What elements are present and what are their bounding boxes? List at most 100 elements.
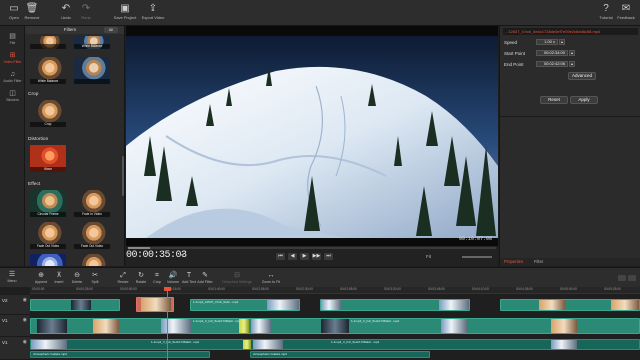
menu-button[interactable]: ☰ Menu [2, 270, 22, 283]
video-frame[interactable] [126, 26, 498, 246]
timeline: 00:00:00 00:00:25:00 00:00:50:00 00:01:1… [0, 287, 640, 360]
audio-clip[interactable]: Atmospheric Guitars.mp3 [250, 351, 430, 358]
detached-settings-button[interactable]: ⊟ Detached Settings [220, 271, 254, 285]
category-select[interactable]: All [104, 27, 118, 33]
filter-icon: ⊞ [9, 52, 16, 59]
tab-properties[interactable]: Properties [504, 259, 523, 264]
panel-divider [500, 116, 640, 117]
filter-thumbnail[interactable] [74, 254, 110, 266]
split-button[interactable]: ✂ Split [84, 271, 106, 285]
skip-end-button[interactable]: ⏭ [324, 253, 333, 260]
duration-label: 00:10:07:08 [458, 236, 492, 242]
filter-thumbnail[interactable] [30, 254, 66, 266]
video-clip[interactable]: 1-1mp4_V_hdr_5e4c1728de0...mp4 1-1mp4_V_… [30, 318, 640, 334]
playhead[interactable] [167, 287, 168, 360]
end-point-label: End Point [504, 62, 524, 67]
filter-thumbnail[interactable]: White Balance [30, 57, 66, 84]
track-header-v1b[interactable]: V1 ◉ [0, 337, 30, 360]
track-header-v2[interactable]: V2 ◉ [0, 295, 30, 315]
scrubber[interactable] [128, 247, 496, 249]
play-button[interactable]: ▶ [300, 253, 309, 260]
category-crop: Crop [28, 92, 39, 97]
filter-fade-out[interactable]: Fade Out Video [30, 222, 66, 249]
filter-wave[interactable]: Wave [30, 145, 66, 172]
start-point-stepper[interactable]: ▴ [569, 50, 575, 56]
add-filter-button[interactable]: ✎ Add Filter [194, 271, 216, 285]
speed-stepper[interactable]: ▴ [559, 39, 565, 45]
export-icon: ⇪ [148, 3, 158, 14]
redo-button[interactable]: ↷ Redo [72, 2, 100, 24]
sticker-icon: ◫ [9, 90, 16, 97]
step-back-button[interactable]: ◀ [288, 253, 297, 260]
tab-video-filter[interactable]: ⊞ Video Filter [0, 51, 25, 69]
zoom-fit-select[interactable]: Fit [426, 254, 431, 259]
filter-thumbnail[interactable] [74, 57, 110, 84]
step-forward-button[interactable]: ▶▶ [312, 253, 321, 260]
reset-button[interactable]: Reset [540, 96, 568, 104]
timeline-ruler[interactable]: 00:00:00 00:00:25:00 00:00:50:00 00:01:1… [30, 287, 640, 294]
track-header-v1[interactable]: V1 ◉ [0, 315, 30, 337]
tab-filter[interactable]: Filter [534, 259, 543, 264]
video-clip[interactable] [30, 299, 120, 311]
redo-icon: ↷ [81, 3, 91, 14]
trash-icon: 🗑 [25, 3, 39, 14]
current-timecode: 00:00:35:03 [126, 250, 187, 261]
volume-slider[interactable] [462, 256, 492, 258]
library-scrollbar[interactable] [122, 156, 124, 196]
start-point-label: Start Point [504, 51, 526, 56]
video-clip[interactable] [320, 299, 470, 311]
clip-name: ...12637_V.hdr_5e4c1728de0ef7e09e2c8dd6c… [503, 28, 638, 35]
mail-icon: ✉ [621, 3, 631, 14]
split-icon: ✂ [92, 272, 98, 279]
track-v2: 1-1mp4_12637_V.hdr_5e4c...mp4 [30, 296, 640, 314]
zoom-to-fit-button[interactable]: ↔ Zoom to Fit [258, 271, 284, 285]
music-icon: ♫ [9, 71, 16, 78]
filter-fade-out[interactable]: Fade Out Video [74, 222, 110, 249]
audio-clip[interactable]: Atmospheric Guitars.mp3 [30, 351, 210, 358]
filter-fade-in[interactable]: Fade In Video [74, 190, 110, 217]
remove-button[interactable]: 🗑 Remove [18, 2, 46, 24]
properties-panel: ...12637_V.hdr_5e4c1728de0ef7e09e2c8dd6c… [499, 26, 640, 266]
library-title: Filters [63, 27, 77, 32]
end-point-stepper[interactable]: ▴ [569, 61, 575, 67]
end-point-field[interactable]: 00:02:42:06 [536, 61, 568, 67]
library-header: Filters All [25, 26, 124, 34]
zoom-in-button[interactable] [628, 275, 636, 281]
category-effect: Effect [28, 182, 41, 187]
video-preview-panel: 00:10:07:08 00:00:35:03 ▾ ⏮ ◀ ▶ ▶▶ ⏭ Fit [126, 26, 498, 266]
category-distortion: Distortion [28, 137, 49, 142]
zoom-fit-icon: ↔ [267, 272, 275, 279]
filter-thumbnail[interactable] [30, 36, 66, 49]
save-project-button[interactable]: ▣ Save Project [110, 2, 140, 24]
filter-circular-frame[interactable]: Circular Frame [30, 190, 66, 217]
film-icon: ▤ [9, 33, 16, 40]
properties-tabs: Properties Filter [500, 258, 640, 266]
zoom-out-button[interactable] [618, 275, 626, 281]
playhead-handle[interactable] [164, 287, 171, 291]
skip-start-button[interactable]: ⏮ [276, 253, 285, 260]
video-clip-selected[interactable] [136, 297, 174, 312]
tab-stickers[interactable]: ◫ Stickers [0, 89, 25, 107]
ski-slope-image [126, 26, 498, 246]
export-video-button[interactable]: ⇪ Export Video [138, 2, 168, 24]
timecode-menu-button[interactable]: ▾ [181, 252, 184, 259]
video-clip[interactable]: 1-1mp4_V_hdr_5e4c1728de0...mp4 1-1mp4_V_… [30, 339, 640, 350]
tab-audio-filter[interactable]: ♫ Audio Filter [0, 70, 25, 88]
advanced-button[interactable]: Advanced [568, 72, 596, 80]
video-clip[interactable]: 1-1mp4_12637_V.hdr_5e4c...mp4 [190, 299, 300, 311]
filter-crop[interactable]: Crop [30, 100, 66, 127]
speed-label: Speed [504, 40, 518, 45]
eye-icon[interactable]: ◉ [23, 339, 27, 345]
apply-button[interactable]: Apply [570, 96, 598, 104]
tab-file[interactable]: ▤ File [0, 32, 25, 50]
menu-icon: ☰ [8, 271, 16, 278]
eye-icon[interactable]: ◉ [23, 317, 27, 323]
video-clip[interactable] [500, 299, 640, 311]
feedback-button[interactable]: ✉ Feedback [612, 2, 640, 24]
start-point-field[interactable]: 00:02:34:00 [536, 50, 568, 56]
eye-icon[interactable]: ◉ [23, 297, 27, 303]
speed-field[interactable]: 1.00 x [536, 39, 558, 45]
filter-thumbnail[interactable]: White Balance [74, 36, 110, 49]
add-filter-icon: ✎ [202, 272, 208, 279]
track-v1-b: 1-1mp4_V_hdr_5e4c1728de0...mp4 1-1mp4_V_… [30, 337, 640, 360]
